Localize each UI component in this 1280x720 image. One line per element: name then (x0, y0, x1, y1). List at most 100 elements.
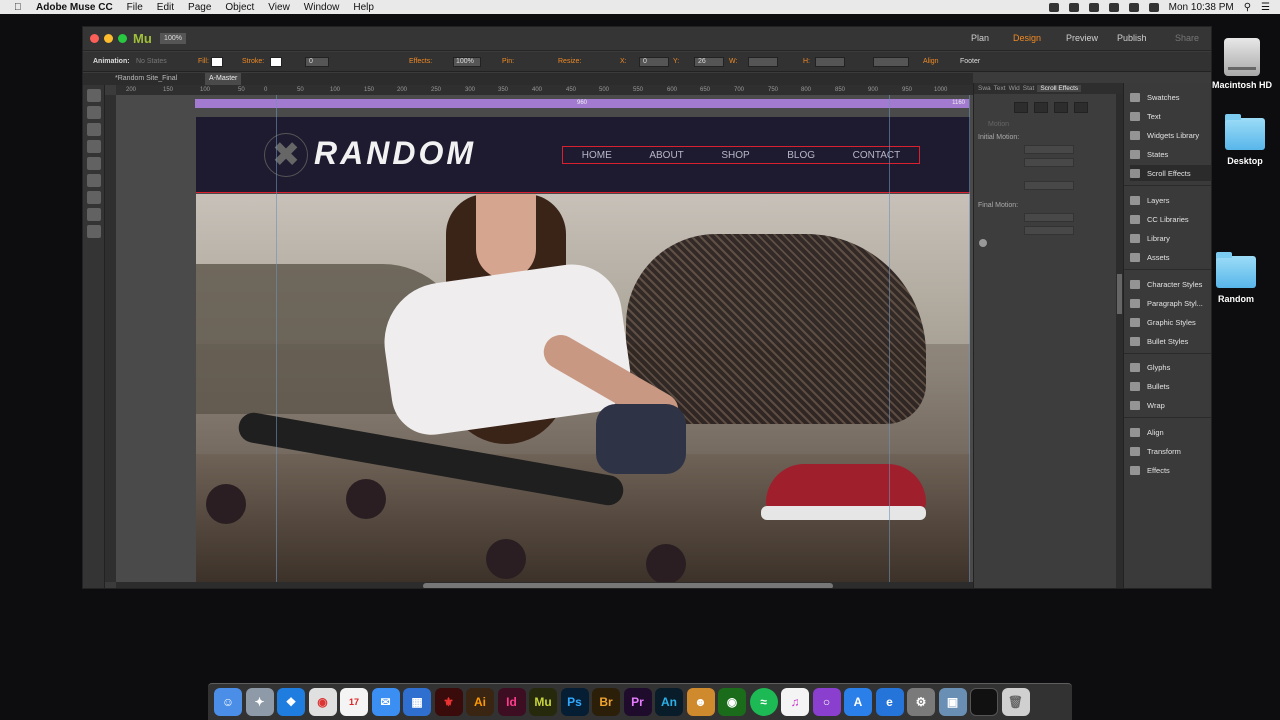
volume-icon[interactable] (1148, 2, 1159, 12)
bluetooth-icon[interactable] (1108, 2, 1119, 12)
nav-item-home[interactable]: HOME (582, 150, 612, 161)
final-motion-field[interactable] (1024, 226, 1074, 235)
spotlight-icon[interactable]: ⚲ (1244, 2, 1251, 13)
tab-design[interactable]: Design (1013, 33, 1041, 43)
menu-app-name[interactable]: Adobe Muse CC (36, 2, 113, 13)
panel-tab-text[interactable]: Text (994, 85, 1006, 92)
nav-item-about[interactable]: ABOUT (649, 150, 683, 161)
panel-character-styles[interactable]: Character Styles (1130, 276, 1211, 292)
publish-button[interactable]: Publish (1117, 33, 1147, 43)
logo-x-icon[interactable]: ✖ (264, 133, 308, 177)
selection-tool-icon[interactable] (87, 89, 101, 102)
menu-help[interactable]: Help (353, 2, 374, 13)
panel-tab-swatches[interactable]: Swa (978, 85, 991, 92)
widget-effect-icon[interactable] (1074, 102, 1088, 113)
fill-swatch[interactable] (211, 57, 223, 67)
design-canvas[interactable]: 960 1160 ✖ RANDOM HOME ABOUT SHOP BLOG C… (116, 95, 973, 582)
desktop-icon-macintosh-hd[interactable]: Macintosh HD (1207, 38, 1277, 90)
files-icon[interactable]: ▦ (403, 688, 431, 716)
layout-guide[interactable] (276, 95, 277, 582)
rectangle-tool-icon[interactable] (87, 140, 101, 153)
panel-bullets[interactable]: Bullets (1130, 378, 1211, 394)
menu-file[interactable]: File (127, 2, 143, 13)
zoom-level-field[interactable]: 100% (160, 33, 186, 44)
status-icon[interactable] (1048, 2, 1059, 12)
edge-icon[interactable]: e (875, 688, 904, 716)
site-brand-text[interactable]: RANDOM (314, 135, 476, 172)
xbox-icon[interactable]: ◉ (718, 688, 746, 716)
menu-object[interactable]: Object (225, 2, 254, 13)
panel-wrap[interactable]: Wrap (1130, 397, 1211, 413)
panel-tab-scroll-effects[interactable]: Scroll Effects (1037, 85, 1082, 92)
horizontal-scrollbar[interactable] (116, 582, 973, 588)
text-tool-icon[interactable] (87, 123, 101, 136)
minimize-window-button[interactable] (104, 34, 113, 43)
status-icon[interactable] (1068, 2, 1079, 12)
wifi-icon[interactable] (1128, 2, 1139, 12)
panel-graphic-styles[interactable]: Graphic Styles (1130, 314, 1211, 330)
messages-icon[interactable]: ✉ (371, 688, 400, 716)
tab-random-site-final[interactable]: *Random Site_Final (111, 73, 181, 85)
launchpad-icon[interactable]: ✦ (245, 688, 274, 716)
menu-window[interactable]: Window (304, 2, 340, 13)
panel-glyphs[interactable]: Glyphs (1130, 359, 1211, 375)
spotify-icon[interactable]: ≈ (749, 688, 778, 716)
panel-tab-widgets[interactable]: Wid (1009, 85, 1020, 92)
zoom-tool-icon[interactable] (87, 191, 101, 204)
w-field[interactable] (748, 57, 778, 67)
share-button[interactable]: Share (1175, 33, 1199, 43)
panel-cc-libraries[interactable]: CC Libraries (1130, 211, 1211, 227)
tab-plan[interactable]: Plan (971, 33, 989, 43)
preview-icon[interactable]: ▣ (938, 688, 967, 716)
panel-layers[interactable]: Layers (1130, 192, 1211, 208)
indesign-icon[interactable]: Id (497, 688, 526, 716)
nav-item-blog[interactable]: BLOG (787, 150, 815, 161)
desktop-icon-desktop[interactable]: Desktop (1210, 114, 1280, 166)
panel-transform[interactable]: Transform (1130, 443, 1211, 459)
layout-guide[interactable] (969, 95, 970, 582)
settings-icon[interactable]: ⚙ (907, 688, 935, 716)
safari-icon[interactable]: ❖ (277, 688, 305, 716)
trash-icon[interactable]: 🗑 (1001, 688, 1030, 716)
panel-widgets-library[interactable]: Widgets Library (1130, 127, 1211, 143)
panel-library[interactable]: Library (1130, 230, 1211, 246)
h-field[interactable] (815, 57, 845, 67)
key-position-field[interactable] (1024, 181, 1074, 190)
rotation-field[interactable] (873, 57, 909, 67)
calendar-icon[interactable]: 17 (340, 688, 368, 716)
panel-swatches[interactable]: Swatches (1130, 89, 1211, 105)
final-motion-field[interactable] (1024, 213, 1074, 222)
panel-bullet-styles[interactable]: Bullet Styles (1130, 333, 1211, 349)
site-nav-menu[interactable]: HOME ABOUT SHOP BLOG CONTACT (562, 146, 920, 164)
notification-center-icon[interactable]: ☰ (1261, 2, 1270, 13)
bridge-icon[interactable]: Br (592, 688, 620, 716)
footer-checkbox[interactable]: Footer (960, 58, 980, 65)
panel-effects[interactable]: Effects (1130, 462, 1211, 478)
tab-a-master[interactable]: A-Master (205, 73, 242, 85)
finder-icon[interactable]: ☺ (214, 688, 242, 716)
menubar-clock[interactable]: Mon 10:38 PM (1169, 2, 1234, 13)
slideshow-effect-icon[interactable] (1054, 102, 1068, 113)
fill-stroke-icon[interactable] (87, 225, 101, 238)
panel-align[interactable]: Align (1130, 424, 1211, 440)
zoom-window-button[interactable] (118, 34, 127, 43)
premiere-icon[interactable]: Pr (623, 688, 652, 716)
browser-width-bar[interactable]: 960 1160 (195, 99, 969, 108)
panel-paragraph-styles[interactable]: Paragraph Styl... (1130, 295, 1211, 311)
fill-effect-icon[interactable] (1014, 102, 1028, 113)
nav-item-shop[interactable]: SHOP (721, 150, 749, 161)
animation-dropdown[interactable]: No States (136, 58, 167, 65)
acrobat-icon[interactable]: ⚜ (434, 688, 463, 716)
panel-scrollbar-thumb[interactable] (1117, 274, 1122, 314)
screen-icon[interactable] (970, 688, 998, 716)
stroke-swatch[interactable] (270, 57, 282, 67)
tab-preview[interactable]: Preview (1066, 33, 1098, 43)
panel-text[interactable]: Text (1130, 108, 1211, 124)
menu-view[interactable]: View (268, 2, 290, 13)
hero-photo[interactable] (196, 194, 970, 582)
site-header[interactable]: ✖ RANDOM HOME ABOUT SHOP BLOG CONTACT (196, 117, 970, 193)
itunes-icon[interactable]: ♫ (781, 688, 809, 716)
help-icon[interactable] (979, 239, 987, 247)
nav-item-contact[interactable]: CONTACT (853, 150, 901, 161)
layout-guide[interactable] (889, 95, 890, 582)
